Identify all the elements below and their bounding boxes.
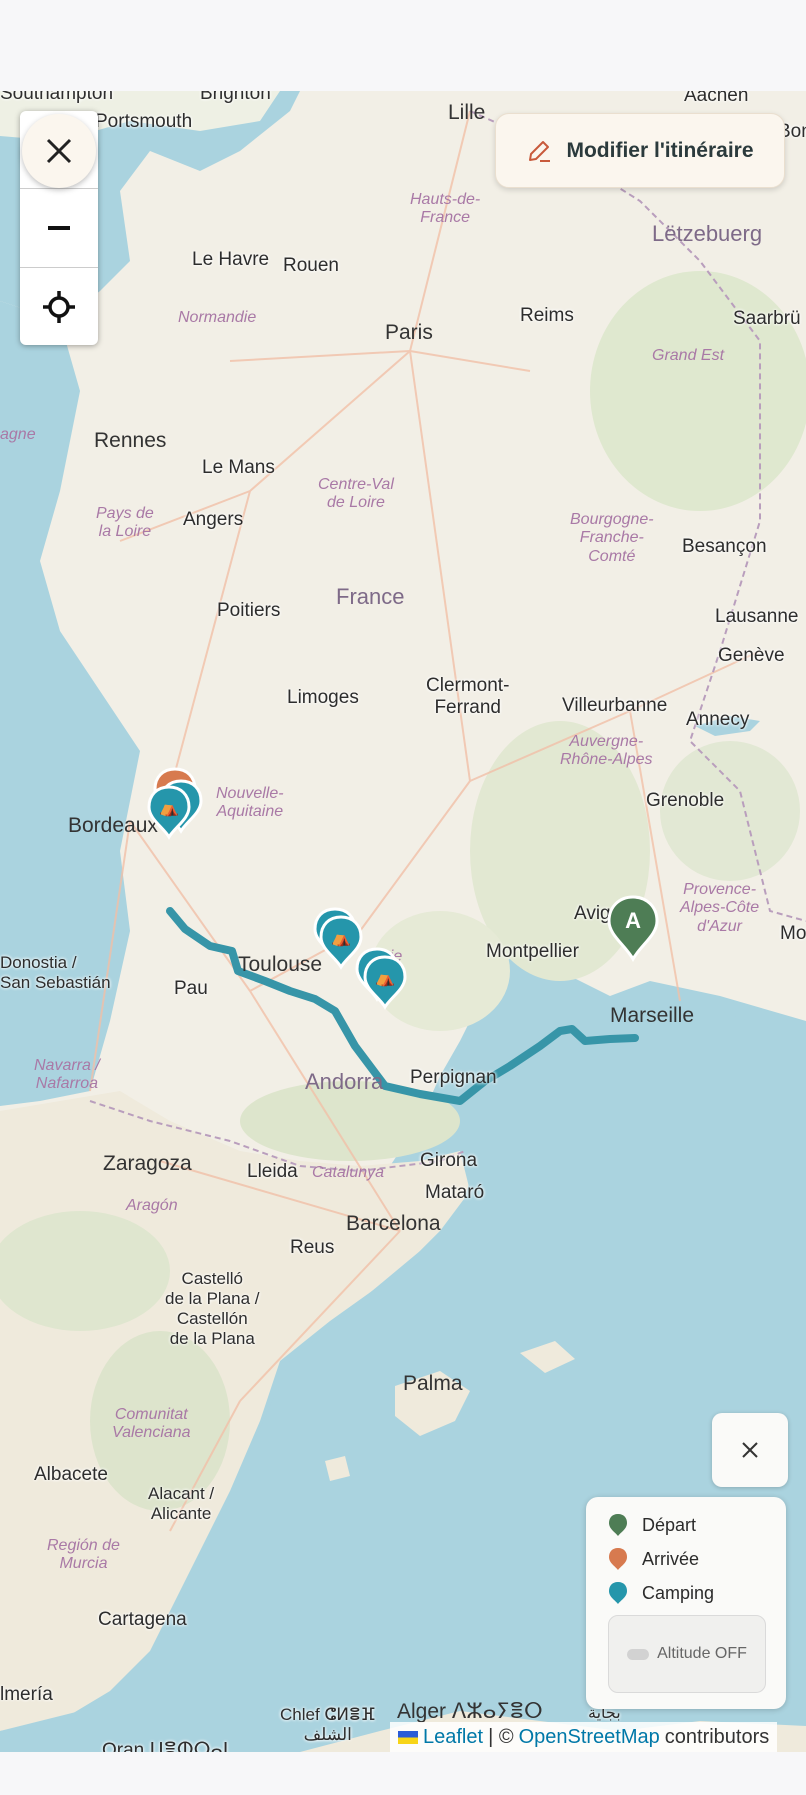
altitude-toggle-button[interactable]: Altitude OFF [608,1615,766,1693]
osm-link[interactable]: OpenStreetMap [519,1726,660,1749]
legend: Départ Arrivée Camping Altitude OFF [586,1497,786,1709]
edit-route-label: Modifier l'itinéraire [566,138,754,162]
close-icon [46,138,72,164]
bottom-bar [0,1752,806,1795]
minus-icon [48,226,70,230]
locate-button[interactable] [20,268,98,346]
map-attribution: Leaflet | © OpenStreetMap contributors [390,1722,778,1752]
camping-pin-icon [609,1582,627,1604]
attribution-suffix: contributors [664,1725,770,1748]
legend-item-camping: Camping [608,1580,714,1606]
altitude-label: Altitude OFF [657,1645,747,1662]
pencil-icon [529,140,551,162]
zoom-out-button[interactable] [20,189,98,267]
legend-label: Départ [642,1514,697,1535]
svg-text:⛺: ⛺ [375,970,395,987]
legend-item-arrivee: Arrivée [608,1546,699,1572]
legend-close-button[interactable] [712,1413,788,1487]
ukraine-flag-icon [398,1730,418,1744]
crosshair-icon [43,291,75,323]
toggle-switch [627,1648,650,1660]
attribution-separator: | © [488,1725,514,1748]
start-marker[interactable]: A [605,891,661,963]
arrivee-pin-icon [609,1548,627,1570]
leaflet-link[interactable]: Leaflet [423,1726,483,1749]
svg-text:⛺: ⛺ [331,930,351,947]
legend-item-depart: Départ [608,1512,696,1538]
depart-pin-icon [609,1514,627,1536]
camping-marker[interactable]: ⛺ [144,779,194,849]
svg-text:⛺: ⛺ [159,800,179,817]
top-bar [0,0,806,91]
legend-label: Arrivée [642,1548,700,1569]
legend-label: Camping [642,1582,715,1603]
edit-route-button[interactable]: Modifier l'itinéraire [495,113,785,188]
close-icon [742,1442,758,1458]
start-marker-letter: A [625,908,641,933]
close-map-button[interactable] [22,114,96,188]
camping-marker[interactable]: ⛺ [360,949,410,1019]
